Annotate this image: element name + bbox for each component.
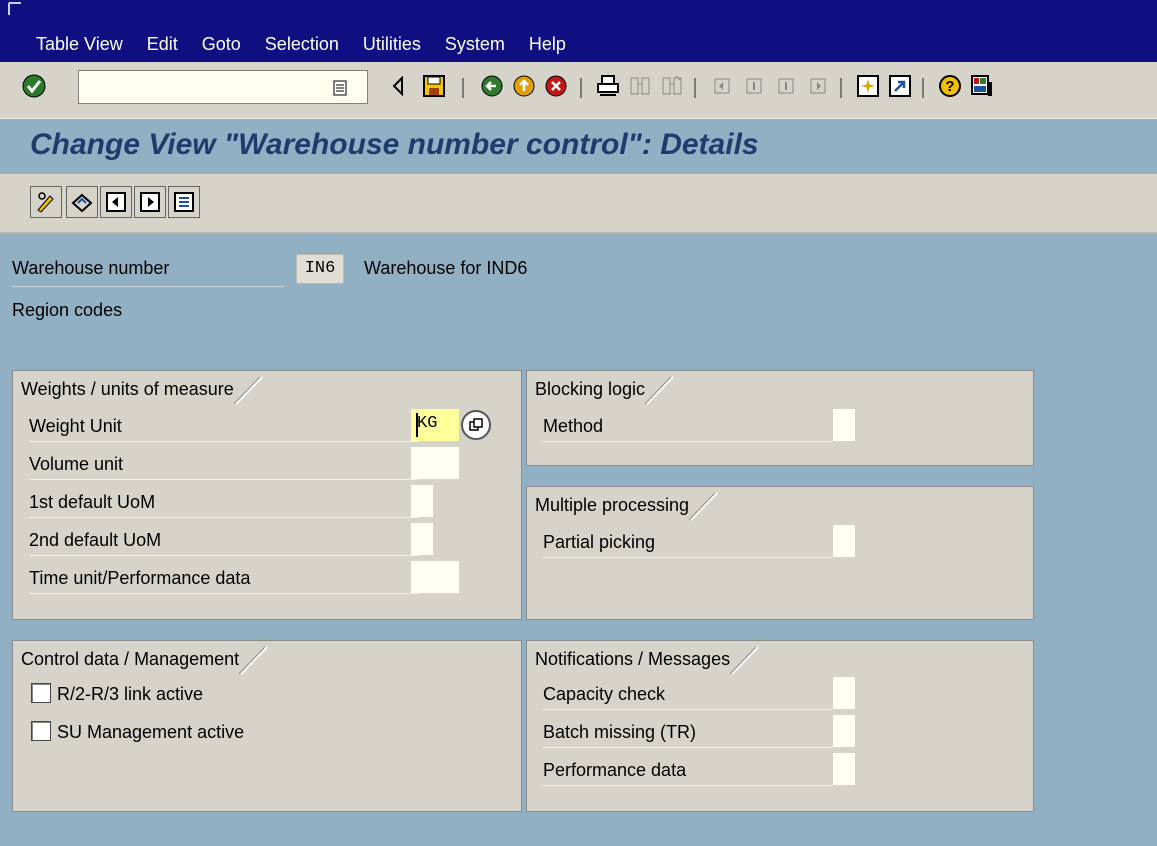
menu-list: Table View Edit Goto Selection Utilities… [36,34,566,55]
menu-utilities[interactable]: Utilities [363,34,421,55]
su-management-label: SU Management active [57,722,245,742]
command-field[interactable] [78,70,368,104]
volume-unit-label: Volume unit [29,449,419,480]
menu-bar: Table View Edit Goto Selection Utilities… [0,0,1157,62]
method-label: Method [543,411,833,442]
volume-unit-input[interactable] [411,447,459,479]
next-page-icon[interactable] [772,72,800,100]
previous-entry-icon[interactable] [100,186,132,218]
enter-check-icon[interactable] [20,72,48,100]
region-codes-label: Region codes [12,300,123,320]
blocking-logic-group: Blocking logic Method [526,370,1034,466]
batch-missing-label: Batch missing (TR) [543,717,833,748]
menu-help[interactable]: Help [529,34,566,55]
display-change-icon[interactable] [30,186,62,218]
weight-unit-input[interactable]: KG [411,409,459,441]
weight-unit-label: Weight Unit [29,411,419,442]
weights-units-group: Weights / units of measure Weight Unit K… [12,370,522,620]
command-history-icon[interactable] [332,80,348,96]
first-page-icon[interactable] [708,72,736,100]
find-next-icon[interactable] [658,72,686,100]
menu-selection[interactable]: Selection [265,34,339,55]
notifications-title: Notifications / Messages [535,645,760,675]
last-page-icon[interactable] [804,72,832,100]
time-unit-label: Time unit/Performance data [29,563,419,594]
capacity-check-label: Capacity check [543,679,833,710]
next-entry-icon[interactable] [134,186,166,218]
back-icon[interactable] [478,72,506,100]
default-uom2-input[interactable] [411,523,433,555]
r2r3-link-label: R/2-R/3 link active [57,684,204,704]
control-data-title: Control data / Management [21,645,269,675]
default-uom1-input[interactable] [411,485,433,517]
multiple-processing-group: Multiple processing Partial picking [526,486,1034,620]
performance-data-label: Performance data [543,755,833,786]
svg-text:?: ? [945,78,954,95]
partial-picking-label: Partial picking [543,527,833,558]
weights-units-title: Weights / units of measure [21,375,264,405]
warehouse-number-label: Warehouse number [12,258,284,287]
batch-missing-input[interactable] [833,715,855,747]
shortcut-icon[interactable] [886,72,914,100]
warehouse-description: Warehouse for IND6 [364,258,528,278]
menu-system[interactable]: System [445,34,505,55]
method-input[interactable] [833,409,855,441]
default-uom1-label: 1st default UoM [29,487,419,518]
cancel-icon[interactable] [542,72,570,100]
print-icon[interactable] [594,72,622,100]
warehouse-number-value: IN6 [296,254,344,284]
control-data-group: Control data / Management R/2-R/3 link a… [12,640,522,812]
value-help-icon[interactable] [461,410,491,440]
multiple-processing-title: Multiple processing [535,491,719,521]
page-title: Change View "Warehouse number control": … [30,128,759,161]
help-icon[interactable]: ? [936,72,964,100]
menu-edit[interactable]: Edit [147,34,178,55]
previous-page-icon[interactable] [740,72,768,100]
menu-goto[interactable]: Goto [202,34,241,55]
collapse-arrow-icon[interactable] [384,72,412,100]
menu-table-view[interactable]: Table View [36,34,123,55]
exit-icon[interactable] [510,72,538,100]
partial-picking-input[interactable] [833,525,855,557]
r2r3-link-checkbox[interactable] [31,683,51,703]
performance-data-input[interactable] [833,753,855,785]
capacity-check-input[interactable] [833,677,855,709]
layout-menu-icon[interactable] [968,72,996,100]
new-session-icon[interactable] [854,72,882,100]
default-uom2-label: 2nd default UoM [29,525,419,556]
variable-list-icon[interactable] [168,186,200,218]
other-view-icon[interactable] [66,186,98,218]
blocking-logic-title: Blocking logic [535,375,675,405]
system-menu-icon[interactable] [8,2,22,16]
find-icon[interactable] [626,72,654,100]
notifications-group: Notifications / Messages Capacity check … [526,640,1034,812]
save-icon[interactable] [420,72,448,100]
su-management-checkbox[interactable] [31,721,51,741]
time-unit-input[interactable] [411,561,459,593]
